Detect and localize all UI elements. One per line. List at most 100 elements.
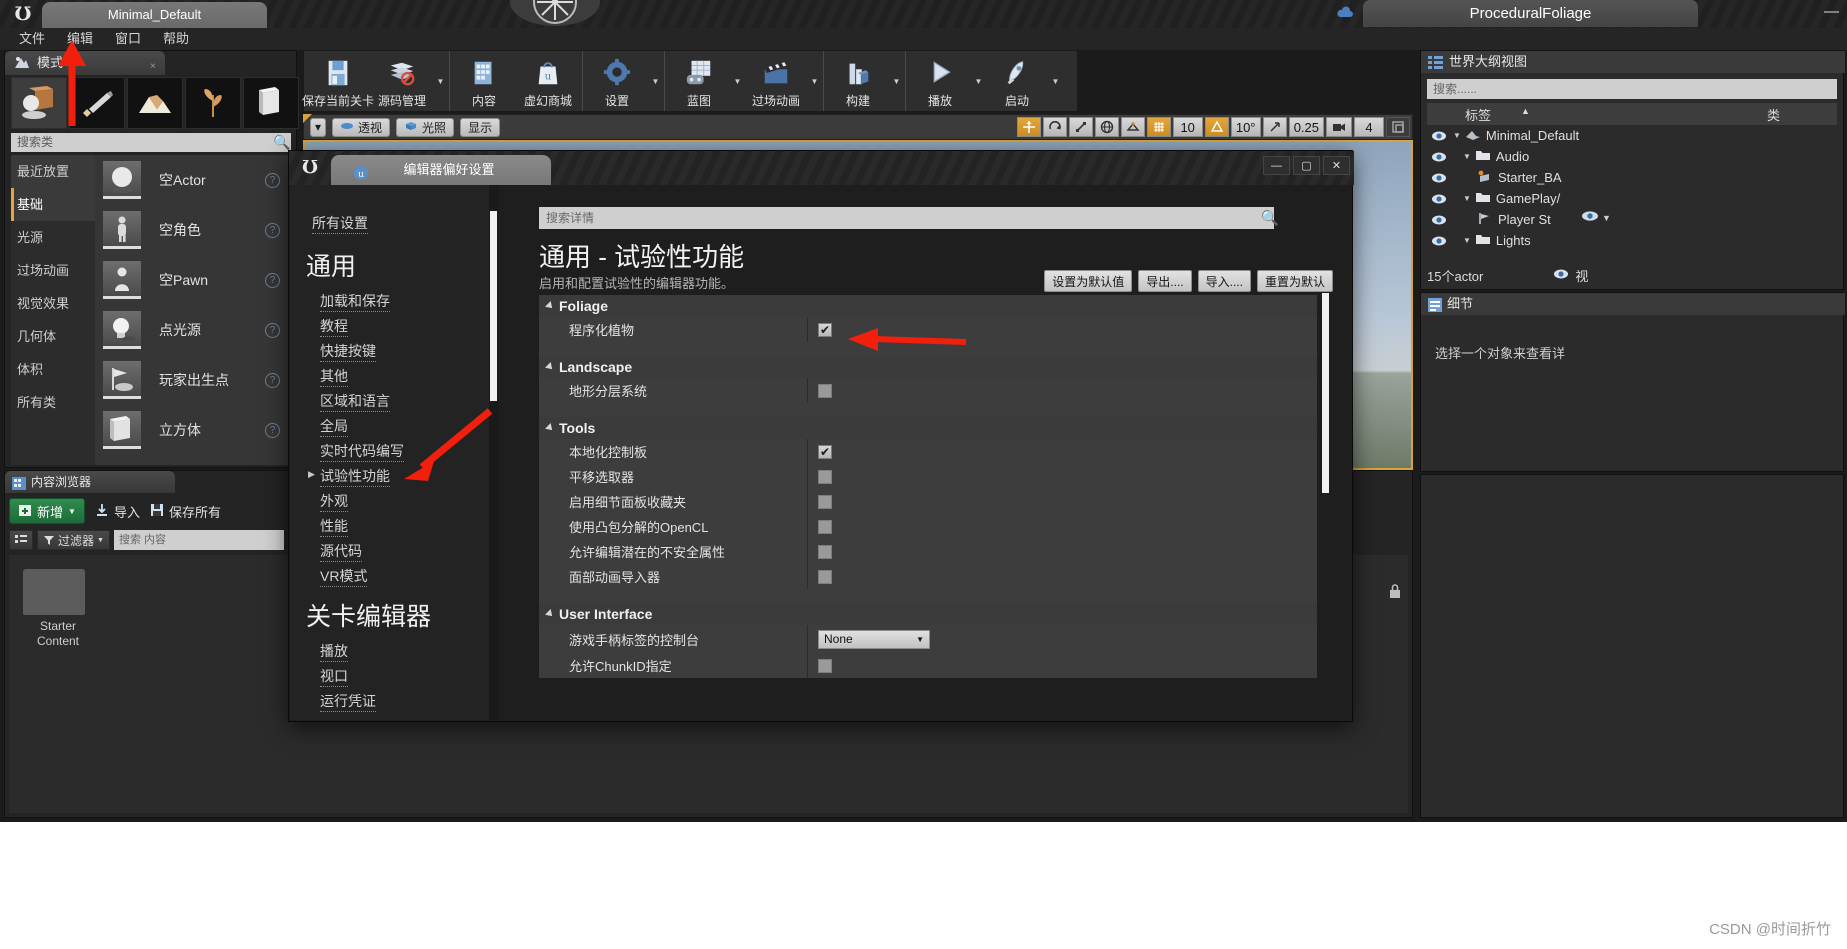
camera-speed-value[interactable]: 4 xyxy=(1354,117,1384,137)
actor-help-icon[interactable]: ? xyxy=(265,372,280,388)
nav-item-misc[interactable]: 其他 xyxy=(320,366,348,387)
actor-help-icon[interactable]: ? xyxy=(265,422,280,438)
expand-triangle-icon[interactable]: ▼ xyxy=(1463,194,1471,203)
viewport-lit-button[interactable]: 光照 xyxy=(396,117,455,137)
details-header[interactable]: 细节 xyxy=(1421,293,1845,315)
property-row-gamepad-label-console[interactable]: 游戏手柄标签的控制台 None ▼ xyxy=(539,625,1317,653)
grid-snap-value[interactable]: 10 xyxy=(1172,117,1203,137)
group-header-foliage[interactable]: Foliage xyxy=(539,295,1317,317)
nav-item-experimental[interactable]: 试验性功能 xyxy=(320,466,390,487)
mode-button-geometry[interactable] xyxy=(243,77,299,129)
category-visual-effects[interactable]: 视觉效果 xyxy=(11,287,95,320)
actor-item-empty-character[interactable]: 空角色 ? xyxy=(95,205,294,255)
search-classes-input[interactable]: 搜索类 xyxy=(11,133,291,152)
unsafe-properties-checkbox[interactable] xyxy=(818,544,832,559)
nav-item-source-code[interactable]: 源代码 xyxy=(320,541,362,562)
menu-file[interactable]: 文件 xyxy=(10,28,54,50)
property-row-localization-dashboard[interactable]: 本地化控制板 ✔ xyxy=(539,439,1317,464)
reset-to-default-button[interactable]: 重置为默认 xyxy=(1256,270,1333,292)
scale-gizmo-button[interactable] xyxy=(1068,117,1093,137)
lock-icon[interactable] xyxy=(1388,583,1402,604)
opencl-convex-checkbox[interactable] xyxy=(818,519,832,534)
group-header-landscape[interactable]: Landscape xyxy=(539,356,1317,378)
mode-button-place[interactable] xyxy=(11,77,67,129)
nav-item-appearance[interactable]: 外观 xyxy=(320,491,348,512)
actor-item-empty-pawn[interactable]: 空Pawn ? xyxy=(95,255,294,305)
gamepad-label-console-select[interactable]: None ▼ xyxy=(818,629,930,649)
property-row-details-favorites[interactable]: 启用细节面板收藏夹 xyxy=(539,489,1317,514)
category-cinematic[interactable]: 过场动画 xyxy=(11,254,95,287)
category-geometry[interactable]: 几何体 xyxy=(11,320,95,353)
category-recent[interactable]: 最近放置 xyxy=(11,155,95,188)
scale-snap-toggle[interactable] xyxy=(1262,117,1287,137)
property-row-landscape-layer-system[interactable]: 地形分层系统 xyxy=(539,378,1317,403)
property-row-unsafe-properties[interactable]: 允许编辑潜在的不安全属性 xyxy=(539,539,1317,564)
toolbar-cinematics[interactable]: 过场动画 xyxy=(744,51,808,111)
chevron-down-icon[interactable]: ▼ xyxy=(731,51,744,111)
rotation-snap-value[interactable]: 10° xyxy=(1230,117,1261,137)
window-minimize-button[interactable]: — xyxy=(1824,3,1839,20)
eye-icon[interactable] xyxy=(1427,214,1451,226)
content-search-input[interactable]: 搜索 内容 xyxy=(113,530,284,550)
toolbar-play[interactable]: 播放 xyxy=(908,51,972,111)
world-outliner-header[interactable]: 世界大纲视图 xyxy=(1421,51,1845,73)
scale-snap-value[interactable]: 0.25 xyxy=(1288,117,1324,137)
export-button[interactable]: 导出.... xyxy=(1138,270,1192,292)
type-column[interactable]: 类 xyxy=(1767,105,1837,124)
toolbar-marketplace[interactable]: u 虚幻商城 xyxy=(516,51,580,111)
eye-icon[interactable] xyxy=(1427,172,1451,184)
category-basic[interactable]: 基础 xyxy=(11,188,95,221)
facial-animation-importer-checkbox[interactable] xyxy=(818,569,832,584)
landscape-layer-checkbox[interactable] xyxy=(818,383,832,398)
outliner-row[interactable]: ▼ Audio xyxy=(1427,146,1837,167)
nav-item-performance[interactable]: 性能 xyxy=(320,516,348,537)
chevron-down-icon[interactable]: ▼ xyxy=(434,51,447,111)
modes-tab-close-icon[interactable]: × xyxy=(150,55,156,79)
nav-item-region-language[interactable]: 区域和语言 xyxy=(320,391,390,412)
eye-icon[interactable] xyxy=(1427,235,1451,247)
add-new-button[interactable]: 新增 ▼ xyxy=(9,498,85,524)
set-as-default-button[interactable]: 设置为默认值 xyxy=(1044,270,1133,292)
import-button[interactable]: 导入 xyxy=(95,502,140,521)
chevron-down-icon[interactable]: ▼ xyxy=(972,51,985,111)
nav-item-vr-mode[interactable]: VR模式 xyxy=(320,566,368,587)
eye-icon[interactable] xyxy=(1427,130,1451,142)
translate-picker-checkbox[interactable] xyxy=(818,469,832,484)
project-tab[interactable]: Minimal_Default xyxy=(42,2,267,28)
outliner-row[interactable]: Starter_BA xyxy=(1427,167,1837,188)
nav-item-tutorials[interactable]: 教程 xyxy=(320,316,348,337)
camera-speed-icon[interactable] xyxy=(1326,117,1352,137)
view-options-button[interactable] xyxy=(9,530,33,550)
category-lights[interactable]: 光源 xyxy=(11,221,95,254)
group-header-tools[interactable]: Tools xyxy=(539,417,1317,439)
actor-help-icon[interactable]: ? xyxy=(265,322,280,338)
outliner-row[interactable]: ▼ GamePlay/ xyxy=(1427,188,1837,209)
property-row-procedural-foliage[interactable]: 程序化植物 ✔ xyxy=(539,317,1317,342)
menu-help[interactable]: 帮助 xyxy=(154,28,198,50)
toolbar-build[interactable]: 构建 xyxy=(826,51,890,111)
translate-gizmo-button[interactable] xyxy=(1016,117,1041,137)
details-search-input[interactable]: 搜索详情 xyxy=(539,207,1274,229)
chevron-down-icon[interactable]: ▼ xyxy=(1602,213,1611,223)
expand-triangle-icon[interactable]: ▼ xyxy=(1463,236,1471,245)
toolbar-content[interactable]: 内容 xyxy=(452,51,516,111)
grid-snap-toggle[interactable] xyxy=(1146,117,1171,137)
localization-dashboard-checkbox[interactable]: ✔ xyxy=(818,444,832,459)
content-browser-tab[interactable]: 内容浏览器 xyxy=(5,471,175,493)
world-space-button[interactable] xyxy=(1094,117,1119,137)
maximize-viewport-button[interactable] xyxy=(1386,117,1410,137)
label-column[interactable]: 标签 ▲ xyxy=(1459,105,1767,124)
nav-item-loading-saving[interactable]: 加载和保存 xyxy=(320,291,390,312)
nav-item-play[interactable]: 播放 xyxy=(320,641,348,662)
folder-item-starter-content[interactable]: Starter Content xyxy=(23,569,93,649)
dialog-maximize-button[interactable]: ▢ xyxy=(1293,156,1320,175)
filters-button[interactable]: 过滤器 ▼ xyxy=(37,530,110,550)
eye-icon[interactable] xyxy=(1427,151,1451,163)
group-header-user-interface[interactable]: User Interface xyxy=(539,603,1317,625)
view-options-control[interactable]: ▼ xyxy=(1581,209,1611,227)
eye-icon[interactable] xyxy=(1427,193,1451,205)
actor-item-empty-actor[interactable]: 空Actor ? xyxy=(95,155,294,205)
actor-item-player-start[interactable]: 玩家出生点 ? xyxy=(95,355,294,405)
menu-window[interactable]: 窗口 xyxy=(106,28,150,50)
menu-edit[interactable]: 编辑 xyxy=(58,28,102,50)
